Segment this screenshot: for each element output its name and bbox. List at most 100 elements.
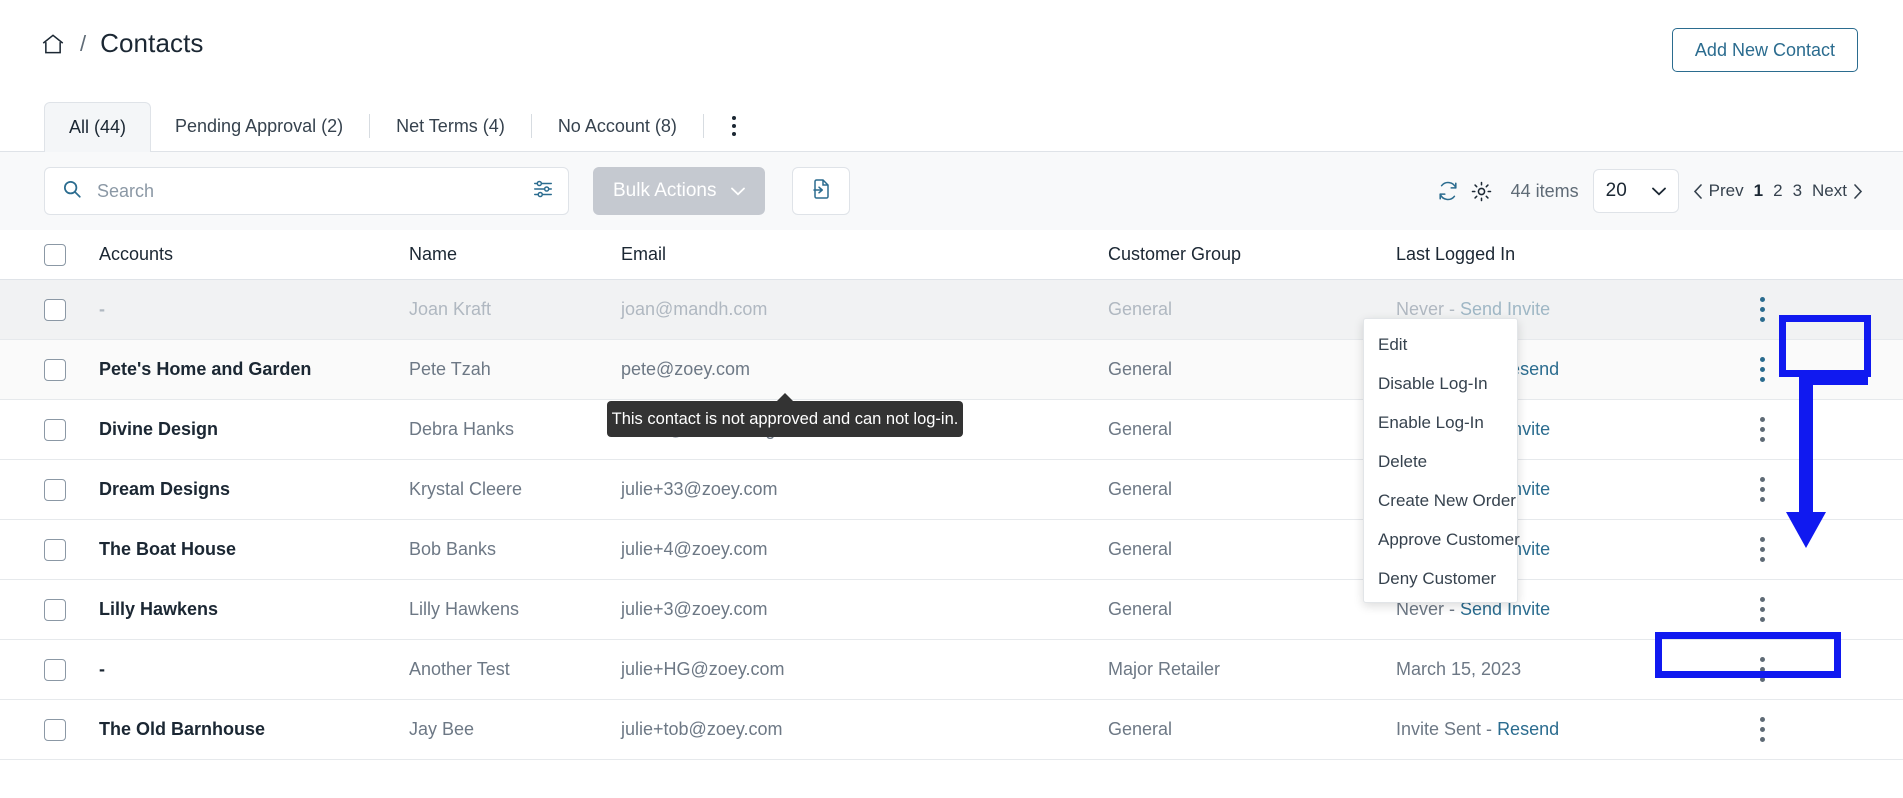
select-all-checkbox[interactable] [44,243,66,266]
cell-name: Pete Tzah [409,359,491,379]
page-title: Contacts [100,28,204,58]
tab-all[interactable]: All (44) [44,102,152,152]
row-checkbox[interactable] [44,478,66,501]
row-checkbox[interactable] [44,298,66,321]
page-links: Prev 1 2 3 Next [1693,181,1863,201]
invite-link[interactable]: Send Invite [1460,299,1550,319]
table-row[interactable]: The Old Barnhouse Jay Bee julie+tob@zoey.c… [0,700,1903,760]
cell-email: julie+tob@zoey.com [621,719,783,739]
list-toolbar: Bulk Actions [0,152,1903,230]
row-checkbox[interactable] [44,538,66,561]
row-actions-kebab[interactable] [1748,471,1777,508]
cell-last-logged-in: Never - Send Invite [1396,299,1726,320]
export-button[interactable] [792,167,850,215]
cell-account: The Old Barnhouse [99,719,266,739]
tab-net-terms[interactable]: Net Terms (4) [372,102,529,151]
search-box[interactable] [44,167,569,215]
breadcrumb-separator: / [80,30,87,56]
cell-name: Bob Banks [409,539,497,559]
cell-account: Dream Designs [99,479,231,499]
row-checkbox[interactable] [44,658,66,681]
column-header-accounts[interactable]: Accounts [99,244,409,265]
next-page-button[interactable]: Next [1812,181,1863,201]
tab-pending-approval[interactable]: Pending Approval (2) [151,102,367,151]
cell-account: The Boat House [99,539,237,559]
add-new-contact-button[interactable]: Add New Contact [1671,28,1858,72]
per-page-value: 20 [1605,180,1627,201]
cell-account: - [99,659,105,679]
chevron-down-icon [1651,187,1666,196]
refresh-icon[interactable] [1431,174,1465,208]
table-row[interactable]: Pete's Home and Garden Pete Tzah pete@zoey… [0,340,1903,400]
menu-item-deny-customer[interactable]: Deny Customer [1364,559,1517,598]
cell-email: julie+3@zoey.com [621,599,768,619]
cell-last-logged-in: March 15, 2023 [1396,659,1726,680]
last-logged-in-text: Never - [1396,299,1461,319]
tab-divider [702,113,704,138]
menu-item-disable-log-in[interactable]: Disable Log-In [1364,364,1517,403]
menu-item-approve-customer[interactable]: Approve Customer [1364,520,1520,559]
row-actions-kebab[interactable] [1748,531,1777,568]
row-actions-kebab[interactable] [1748,591,1777,628]
cell-email: julie+33@zoey.com [621,479,778,499]
pagination-controls: 44 items 20 Prev 1 2 3 Next [1431,167,1863,215]
row-checkbox[interactable] [44,358,66,381]
cell-account: - [99,299,105,319]
row-actions-kebab[interactable] [1748,291,1777,328]
row-checkbox[interactable] [44,598,66,621]
menu-item-enable-log-in[interactable]: Enable Log-In [1364,403,1517,442]
last-logged-in-text: Invite Sent - [1396,719,1498,739]
login-status-tooltip: This contact is not approved and can not… [607,393,963,437]
cell-email: julie+HG@zoey.com [621,659,785,679]
page-2[interactable]: 2 [1773,181,1782,201]
row-checkbox[interactable] [44,718,66,741]
contacts-page: / Contacts Add New Contact All (44) Pend… [0,0,1903,798]
cell-account: Divine Design [99,419,219,439]
menu-item-create-new-order[interactable]: Create New Order [1364,481,1517,520]
bulk-actions-label: Bulk Actions [613,180,717,201]
prev-page-button[interactable]: Prev [1693,181,1744,201]
search-input[interactable] [97,180,532,202]
cell-customer-group: General [1108,359,1173,379]
table-row[interactable]: The Boat House Bob Banks julie+4@zoey.com G… [0,520,1903,580]
gear-icon[interactable] [1465,174,1499,208]
cell-email: pete@zoey.com [621,359,750,379]
cell-customer-group: General [1108,539,1173,559]
row-checkbox[interactable] [44,418,66,441]
home-icon[interactable] [40,31,66,57]
chevron-left-icon [1693,183,1702,199]
cell-name: Lilly Hawkens [409,599,520,619]
row-actions-kebab[interactable] [1748,711,1777,748]
tabs-overflow-kebab-icon[interactable] [714,115,754,136]
column-header-email[interactable]: Email [621,244,1108,265]
next-page-label: Next [1812,181,1847,200]
row-actions-kebab[interactable] [1748,411,1777,448]
tab-no-account[interactable]: No Account (8) [534,102,701,151]
column-header-customer-group[interactable]: Customer Group [1108,244,1396,265]
table-row[interactable]: Lilly Hawkens Lilly Hawkens julie+3@zoey.c… [0,580,1903,640]
row-actions-kebab[interactable] [1748,351,1777,388]
items-count: 44 items [1510,180,1579,201]
menu-item-delete[interactable]: Delete [1364,442,1517,481]
cell-customer-group: General [1108,719,1173,739]
invite-link[interactable]: Resend [1497,719,1559,739]
column-header-last-logged-in[interactable]: Last Logged In [1396,244,1726,265]
cell-customer-group: General [1108,599,1173,619]
tab-divider [530,113,532,138]
filter-sliders-icon[interactable] [532,178,554,205]
column-header-name[interactable]: Name [409,244,621,265]
menu-item-edit[interactable]: Edit [1364,325,1517,364]
table-row[interactable]: - Another Test julie+HG@zoey.com Major Reta… [0,640,1903,700]
page-3[interactable]: 3 [1793,181,1802,201]
row-actions-kebab[interactable] [1748,651,1777,688]
table-row[interactable]: Dream Designs Krystal Cleere julie+33@zoey… [0,460,1903,520]
per-page-select[interactable]: 20 [1592,169,1679,213]
page-1[interactable]: 1 [1754,181,1763,201]
table-row[interactable]: - Joan Kraft joan@mandh.com General Never - … [0,280,1903,340]
chevron-right-icon [1854,183,1863,199]
cell-name: Debra Hanks [409,419,515,439]
last-logged-in-text: March 15, 2023 [1396,659,1522,679]
bulk-actions-button[interactable]: Bulk Actions [593,167,765,215]
search-icon [61,178,83,205]
cell-name: Another Test [409,659,510,679]
